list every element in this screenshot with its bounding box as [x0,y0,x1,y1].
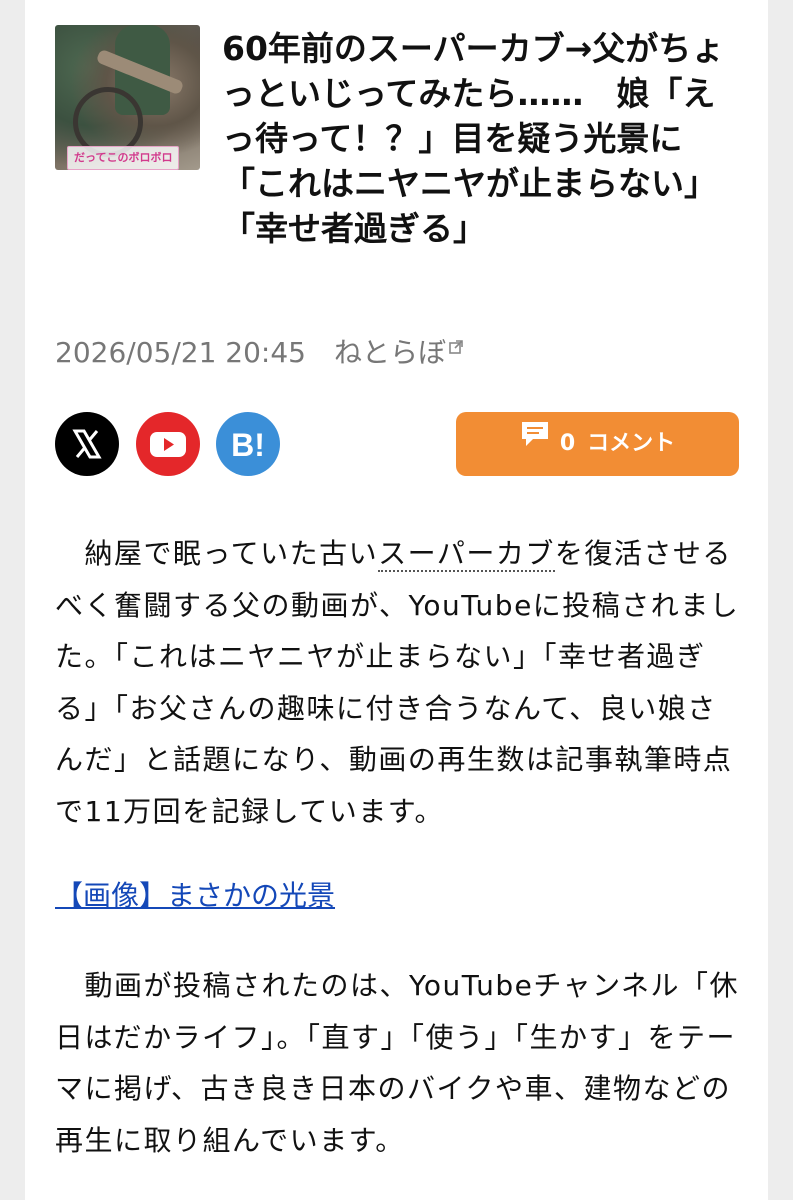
body-paragraph-2: 動画が投稿されたのは、YouTubeチャンネル「休日はだかライフ」。「直す」「使… [55,969,740,1157]
article-meta: 2026/05/21 20:45 ねとらぼ [55,325,463,373]
article-source-link[interactable]: ねとらぼ [334,336,446,369]
hatena-label: B! [231,427,265,463]
youtube-icon [150,432,186,457]
comment-label: コメント [587,431,676,456]
share-hatena-button[interactable]: B! [216,412,280,476]
keyword-link[interactable]: スーパーカブ [378,537,555,572]
body-paragraph-1: 納屋で眠っていた古いスーパーカブを復活させるべく奮闘する父の動画が、YouTub… [55,528,745,837]
article-thumbnail[interactable]: だってこのボロボロ [55,25,200,170]
article-title: 60年前のスーパーカブ→父がちょっといじってみたら…… 娘「えっ待って！？」目を… [222,29,725,248]
share-x-button[interactable] [55,412,119,476]
thumbnail-caption: だってこのボロボロ [67,146,180,170]
comment-count: 0 [559,431,576,456]
external-link-icon [449,325,463,354]
comment-button[interactable]: 0 コメント [456,412,739,476]
share-youtube-button[interactable] [136,412,200,476]
body-text: 納屋で眠っていた古い [55,537,379,570]
body-text: を復活させるべく奮闘する父の動画が、YouTubeに投稿されました。「これはニヤ… [55,537,740,828]
article-datetime: 2026/05/21 20:45 [55,336,306,369]
x-logo-icon [72,429,102,459]
hatena-bookmark-icon: B! [231,427,265,463]
image-gallery-link[interactable]: 【画像】まさかの光景 [55,870,335,922]
speech-bubble-icon [520,410,550,474]
